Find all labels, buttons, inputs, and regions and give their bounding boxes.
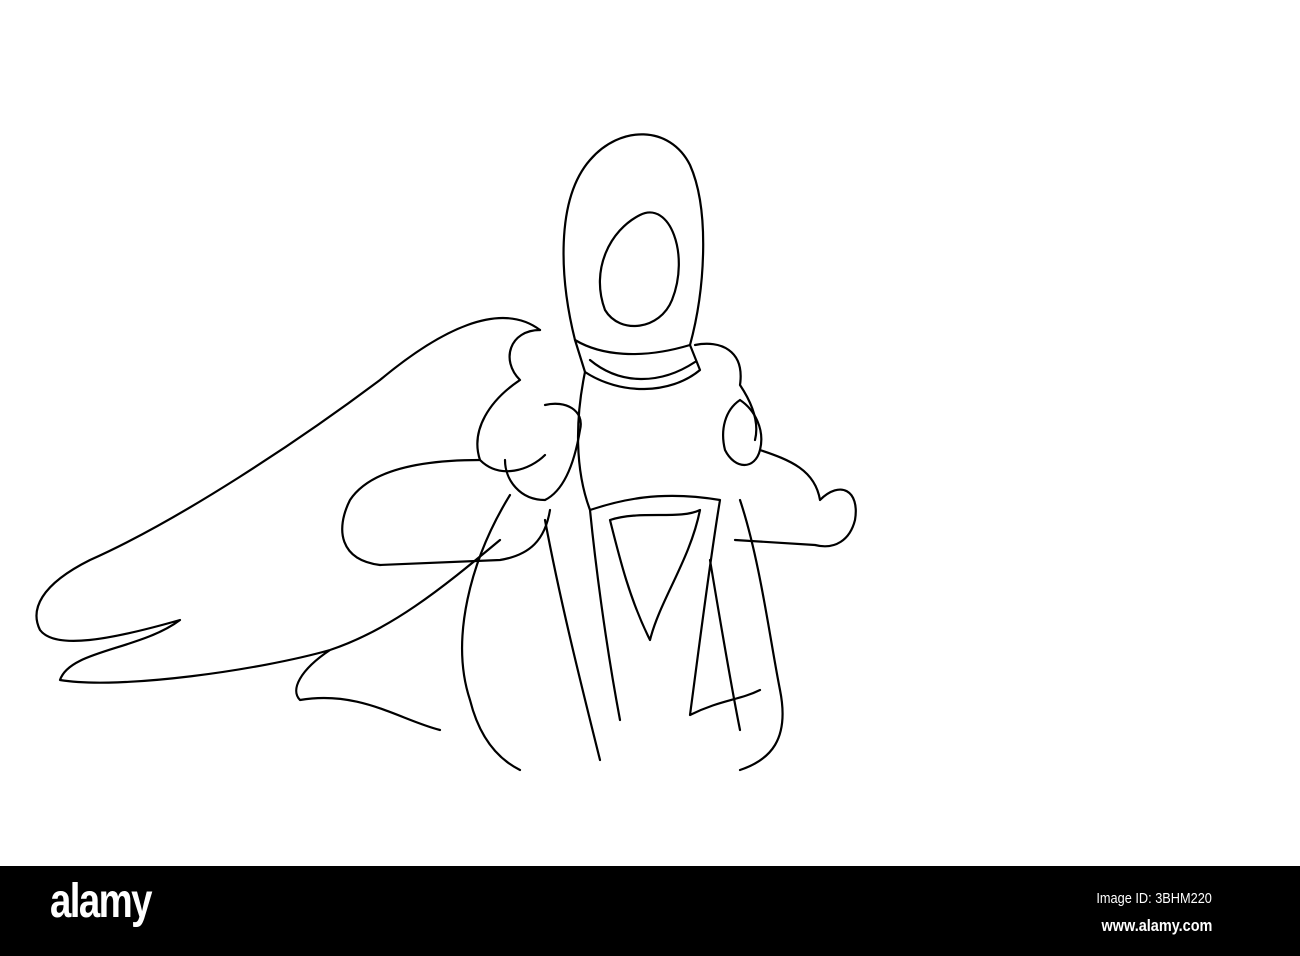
left-arm xyxy=(341,458,552,567)
right-shoulder xyxy=(693,342,758,442)
suit-emblem xyxy=(608,508,702,642)
image-id-label: Image ID: 3BHM220 xyxy=(1096,890,1212,907)
jacket-left xyxy=(461,493,602,772)
cape xyxy=(35,316,542,732)
left-hand xyxy=(503,402,582,502)
website-link[interactable]: www.alamy.com xyxy=(1101,916,1212,936)
right-arm xyxy=(733,448,857,548)
left-shoulder xyxy=(476,328,547,473)
alamy-logo[interactable]: alamy xyxy=(50,874,152,929)
collar xyxy=(573,338,702,391)
footer-bar: alamy Image ID: 3BHM220 www.alamy.com xyxy=(0,866,1300,956)
face-outline xyxy=(598,211,680,328)
torso xyxy=(576,370,762,722)
hijab-outline xyxy=(562,133,705,347)
superhero-woman-line-drawing xyxy=(35,133,857,772)
